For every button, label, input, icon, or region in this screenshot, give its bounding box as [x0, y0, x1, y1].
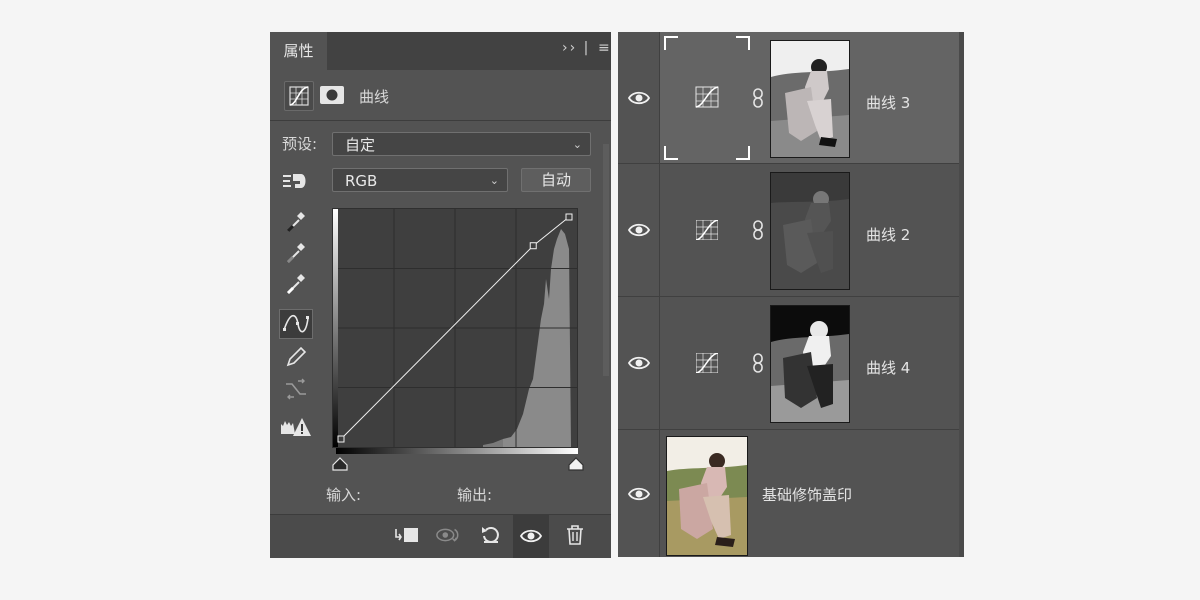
panel-edge: [959, 32, 964, 557]
preset-label: 预设:: [282, 135, 318, 153]
scrollbar[interactable]: [603, 144, 609, 376]
curves-graph[interactable]: [332, 208, 578, 448]
layer-name[interactable]: 基础修饰盖印: [762, 484, 852, 505]
toggle-visibility-button[interactable]: [513, 515, 549, 558]
layer-row[interactable]: 曲线 3: [618, 32, 959, 164]
layer-row[interactable]: 曲线 4: [618, 297, 959, 430]
layer-thumbnail[interactable]: [666, 436, 748, 556]
histogram: [503, 229, 571, 447]
eye-icon: [520, 529, 542, 543]
curve-control-point[interactable]: [337, 435, 345, 443]
visibility-column: [618, 297, 660, 429]
chevron-down-icon: ⌄: [572, 138, 582, 151]
layer-mask-thumbnail[interactable]: [770, 305, 850, 423]
input-gradient-bar: [336, 448, 578, 454]
reset-adjustment-icon[interactable]: [478, 522, 504, 548]
curves-icon[interactable]: [696, 220, 718, 240]
output-label: 输出:: [457, 486, 493, 504]
layer-name[interactable]: 曲线 3: [866, 92, 910, 113]
trash-icon[interactable]: [562, 522, 588, 548]
curves-adjustment-icon[interactable]: [284, 81, 314, 111]
curves-icon: [695, 86, 719, 108]
adjustment-thumbnail[interactable]: [664, 36, 750, 160]
curves-icon[interactable]: [696, 353, 718, 373]
view-previous-state-icon[interactable]: [436, 522, 462, 548]
black-point-eyedropper-icon[interactable]: [282, 208, 310, 236]
link-icon[interactable]: [752, 88, 764, 108]
input-label: 输入:: [326, 486, 362, 504]
auto-button[interactable]: 自动: [521, 168, 591, 192]
properties-footer: [270, 514, 611, 558]
link-icon[interactable]: [752, 220, 764, 240]
preset-value: 自定: [345, 136, 376, 154]
visibility-column: [618, 164, 660, 296]
layer-row[interactable]: 基础修饰盖印: [618, 430, 959, 557]
eye-icon[interactable]: [628, 354, 650, 372]
layer-mask-thumbnail[interactable]: [770, 40, 850, 158]
curve-control-point[interactable]: [529, 242, 537, 250]
black-point-slider[interactable]: [332, 456, 348, 471]
collapse-panel-icon[interactable]: ›› |: [562, 40, 590, 56]
on-image-adjust-icon[interactable]: [281, 168, 309, 194]
curves-graph-canvas: [333, 209, 577, 447]
layer-mask-icon[interactable]: [320, 86, 344, 104]
properties-panel: 属性 ›› | ≡ 曲线 预设: 自定 ⌄ RGB ⌄ 自动 输入: 输出:: [270, 32, 611, 558]
link-icon[interactable]: [752, 353, 764, 373]
white-point-slider[interactable]: [568, 456, 584, 471]
divider: [270, 120, 611, 121]
tab-properties[interactable]: 属性: [270, 32, 327, 70]
preset-select[interactable]: 自定 ⌄: [332, 132, 591, 156]
channel-value: RGB: [345, 172, 378, 190]
visibility-column: [618, 430, 660, 557]
layer-mask-thumbnail[interactable]: [770, 172, 850, 290]
panel-tab-bar: 属性 ›› | ≡: [270, 32, 611, 70]
gray-point-eyedropper-icon[interactable]: [282, 239, 310, 267]
layer-row[interactable]: 曲线 2: [618, 164, 959, 297]
white-point-eyedropper-icon[interactable]: [282, 270, 310, 298]
eye-icon[interactable]: [628, 89, 650, 107]
channel-select[interactable]: RGB ⌄: [332, 168, 508, 192]
clip-to-layer-icon[interactable]: [394, 522, 420, 548]
eye-icon[interactable]: [628, 485, 650, 503]
curve-control-point[interactable]: [565, 213, 573, 221]
eye-icon[interactable]: [628, 221, 650, 239]
curve-point-tool-icon[interactable]: [279, 309, 313, 339]
adjustment-title: 曲线: [359, 88, 390, 106]
layer-name[interactable]: 曲线 2: [866, 224, 910, 245]
layers-panel: 曲线 3 曲线 2 曲线 4 基础修饰盖印: [618, 32, 964, 557]
pencil-draw-icon[interactable]: [282, 343, 310, 371]
smooth-curve-icon[interactable]: [282, 375, 310, 403]
panel-menu-icon[interactable]: ≡: [598, 40, 610, 56]
chevron-down-icon: ⌄: [489, 174, 499, 187]
clipping-warning-icon[interactable]: [280, 413, 312, 441]
layer-name[interactable]: 曲线 4: [866, 357, 910, 378]
visibility-column: [618, 32, 660, 163]
